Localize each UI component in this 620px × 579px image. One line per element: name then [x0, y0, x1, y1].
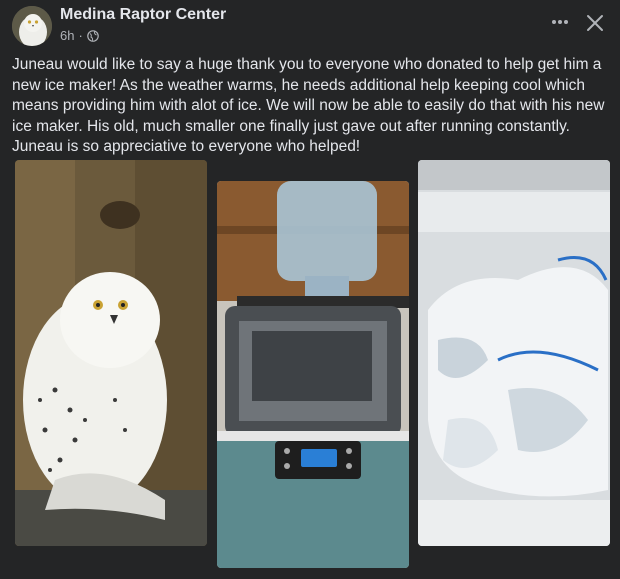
ice-maker-photo[interactable] — [217, 181, 409, 568]
ice-bags-photo[interactable] — [418, 160, 610, 546]
more-options-button[interactable] — [548, 10, 572, 34]
more-options-icon — [552, 20, 568, 24]
owl-avatar-icon — [12, 6, 52, 46]
author-name[interactable]: Medina Raptor Center — [60, 6, 226, 24]
globe-icon[interactable] — [87, 29, 99, 42]
close-button[interactable] — [582, 10, 608, 36]
snowy-owl-photo[interactable] — [15, 160, 207, 546]
close-icon — [587, 15, 603, 31]
facebook-post: Medina Raptor Center 6h · Juneau would l… — [0, 0, 620, 579]
meta-separator: · — [78, 28, 83, 43]
post-text: Juneau would like to say a huge thank yo… — [12, 56, 605, 156]
post-meta: 6h · — [60, 28, 99, 43]
post-time[interactable]: 6h — [60, 28, 74, 43]
page-avatar[interactable] — [12, 6, 52, 46]
